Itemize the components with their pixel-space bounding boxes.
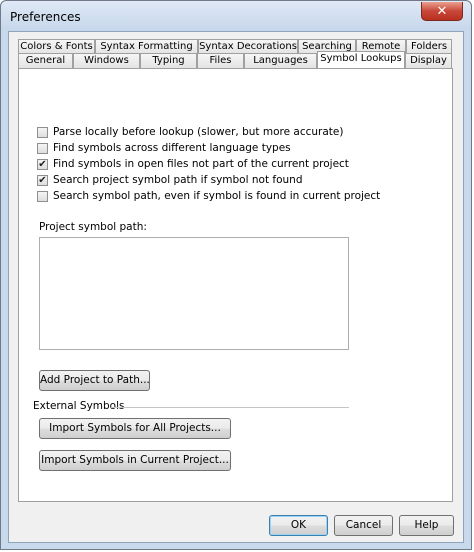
checkbox-find-in-open-files[interactable]: ✔ [37,158,48,170]
option-label: Search project symbol path if symbol not… [53,174,303,186]
tab-general[interactable]: General [18,53,73,68]
dialog-client-area: Colors & Fonts Syntax Formatting Syntax … [8,31,464,543]
cancel-button[interactable]: Cancel [334,515,393,536]
tab-files[interactable]: Files [197,53,244,68]
ok-button[interactable]: OK [269,515,328,536]
import-symbols-all-projects-button[interactable]: Import Symbols for All Projects... [39,418,231,439]
tab-panel-symbol-lookups: Parse locally before lookup (slower, but… [18,68,453,502]
option-parse-locally[interactable]: Parse locally before lookup (slower, but… [37,125,343,139]
checkmark-icon: ✔ [38,174,47,186]
tab-syntax-formatting[interactable]: Syntax Formatting [95,39,198,54]
title-bar[interactable]: Preferences ✕ [1,1,471,31]
external-symbols-separator [111,407,349,408]
tab-languages[interactable]: Languages [244,53,317,68]
add-project-to-path-button[interactable]: Add Project to Path... [39,370,150,391]
import-symbols-current-project-button[interactable]: Import Symbols in Current Project... [39,450,231,471]
checkbox-search-project-path[interactable]: ✔ [37,174,48,186]
tab-syntax-decorations[interactable]: Syntax Decorations [198,39,298,54]
option-label: Find symbols across different language t… [53,142,291,154]
checkbox-parse-locally[interactable] [37,126,48,138]
external-symbols-label: External Symbols [33,400,125,412]
project-symbol-path-label: Project symbol path: [39,221,147,233]
tab-symbol-lookups[interactable]: Symbol Lookups [317,51,405,68]
tab-windows[interactable]: Windows [73,53,140,68]
tab-colors-fonts[interactable]: Colors & Fonts [18,39,95,54]
tab-display[interactable]: Display [405,53,452,68]
preferences-window: Preferences ✕ Colors & Fonts Syntax Form… [0,0,472,550]
checkbox-find-across-languages[interactable] [37,142,48,154]
help-button[interactable]: Help [399,515,454,536]
checkbox-search-path-always[interactable] [37,190,48,202]
option-label: Search symbol path, even if symbol is fo… [53,190,381,202]
tab-typing[interactable]: Typing [140,53,197,68]
option-find-in-open-files[interactable]: ✔ Find symbols in open files not part of… [37,157,349,171]
close-button[interactable]: ✕ [421,2,463,21]
option-label: Parse locally before lookup (slower, but… [53,126,344,138]
checkmark-icon: ✔ [38,158,47,170]
option-search-project-path[interactable]: ✔ Search project symbol path if symbol n… [37,173,303,187]
option-search-path-always[interactable]: Search symbol path, even if symbol is fo… [37,189,380,203]
close-icon: ✕ [436,3,448,19]
project-symbol-path-list[interactable] [39,237,349,350]
option-find-across-languages[interactable]: Find symbols across different language t… [37,141,291,155]
window-title: Preferences [10,10,81,24]
tab-folders[interactable]: Folders [406,39,452,54]
option-label: Find symbols in open files not part of t… [53,158,349,170]
